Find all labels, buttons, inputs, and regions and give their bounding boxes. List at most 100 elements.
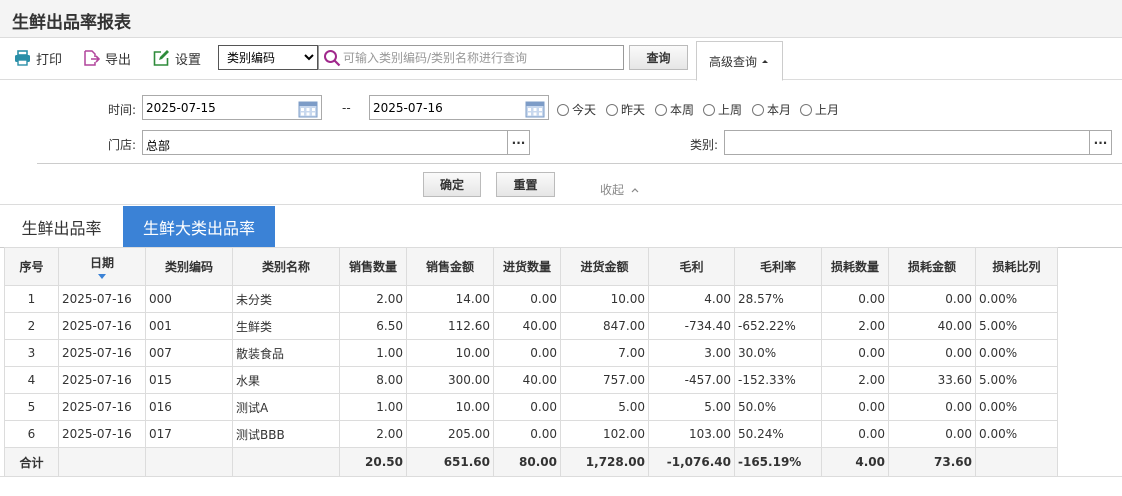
- radio-label: 今天: [572, 103, 597, 117]
- radio-last-week[interactable]: 上周: [703, 101, 742, 118]
- radio-circle[interactable]: [606, 103, 618, 116]
- radio-label: 昨天: [621, 103, 646, 117]
- table-row[interactable]: 1 2025-07-16 000 未分类 2.00 14.00 0.00 10.00 4.00 2…: [4, 285, 1058, 313]
- filter-divider: [37, 163, 1122, 164]
- print-button[interactable]: 打印: [14, 48, 62, 68]
- radio-today[interactable]: 今天: [557, 101, 596, 118]
- edit-settings-icon: [153, 50, 169, 66]
- table-cell: 0.00: [821, 339, 889, 367]
- column-header[interactable]: 日期: [58, 247, 146, 286]
- radio-last-month[interactable]: 上月: [800, 101, 839, 118]
- tab-bar: 生鲜出品率 生鲜大类出品率: [0, 206, 1122, 248]
- printer-icon: [15, 50, 30, 66]
- column-header[interactable]: 进货金额: [560, 247, 649, 286]
- column-header[interactable]: 销售数量: [339, 247, 407, 286]
- search-field-select[interactable]: 类别编码: [218, 45, 318, 70]
- table-row[interactable]: 6 2025-07-16 017 测试BBB 2.00 205.00 0.00 102.00 1…: [4, 420, 1058, 448]
- table-cell: 40.00: [888, 312, 976, 340]
- reset-button[interactable]: 重置: [496, 172, 555, 197]
- column-header-label: 进货数量: [502, 260, 551, 274]
- column-header[interactable]: 进货数量: [493, 247, 561, 286]
- total-cell: -165.19%: [734, 447, 822, 477]
- column-header-label: 毛利: [679, 260, 704, 274]
- settings-label: 设置: [175, 52, 202, 68]
- table-row[interactable]: 2 2025-07-16 001 生鲜类 6.50 112.60 40.00 847.00 -7…: [4, 312, 1058, 340]
- title-bar: 生鲜出品率报表: [0, 0, 1122, 38]
- column-header-label: 类别编码: [164, 260, 213, 274]
- confirm-button[interactable]: 确定: [423, 172, 481, 197]
- radio-yesterday[interactable]: 昨天: [606, 101, 645, 118]
- table-cell: 14.00: [406, 285, 494, 313]
- settings-button[interactable]: 设置: [153, 48, 201, 68]
- category-picker[interactable]: ···: [724, 130, 1112, 155]
- tab-fresh-yield[interactable]: 生鲜出品率: [0, 206, 123, 247]
- query-button[interactable]: 查询: [629, 45, 688, 70]
- total-cell: -1,076.40: [648, 447, 735, 477]
- more-icon[interactable]: ···: [1089, 131, 1111, 154]
- table-row[interactable]: 5 2025-07-16 016 测试A 1.00 10.00 0.00 5.00 5.00 50…: [4, 393, 1058, 421]
- column-header-label: 销售金额: [425, 260, 474, 274]
- more-icon[interactable]: ···: [507, 131, 529, 154]
- table-cell: 0.00: [493, 420, 561, 448]
- table-cell: 0.00: [888, 285, 976, 313]
- table-cell: 散装食品: [232, 339, 340, 367]
- table-cell: 0.00%: [975, 393, 1058, 421]
- store-label: 门店:: [108, 138, 137, 152]
- collapse-link[interactable]: 收起: [600, 181, 640, 198]
- table-cell: -734.40: [648, 312, 735, 340]
- table-cell: 0.00%: [975, 339, 1058, 367]
- table-row[interactable]: 4 2025-07-16 015 水果 8.00 300.00 40.00 757.00 -45…: [4, 366, 1058, 394]
- table-cell: 300.00: [406, 366, 494, 394]
- radio-circle[interactable]: [800, 103, 812, 116]
- radio-this-month[interactable]: 本月: [752, 101, 791, 118]
- radio-this-week[interactable]: 本周: [655, 101, 694, 118]
- date-from-input[interactable]: 2025-07-15: [142, 95, 322, 120]
- calendar-icon[interactable]: [525, 99, 545, 118]
- table-cell: 5.00: [648, 393, 735, 421]
- table-cell: 2025-07-16: [58, 366, 146, 394]
- tab-fresh-category-yield[interactable]: 生鲜大类出品率: [123, 206, 275, 247]
- table-cell: 103.00: [648, 420, 735, 448]
- total-cell: 20.50: [339, 447, 407, 477]
- total-cell: [232, 447, 340, 477]
- column-header[interactable]: 毛利率: [734, 247, 822, 286]
- advanced-query-toggle[interactable]: 高级查询: [696, 41, 783, 81]
- column-header-label: 毛利率: [759, 260, 796, 274]
- table-cell: 2025-07-16: [58, 285, 146, 313]
- table-cell: -152.33%: [734, 366, 822, 394]
- column-header[interactable]: 损耗数量: [821, 247, 889, 286]
- table-cell: 3: [4, 339, 59, 367]
- table-cell: 40.00: [493, 366, 561, 394]
- sort-desc-icon: [98, 274, 106, 279]
- radio-circle[interactable]: [655, 103, 667, 116]
- radio-circle[interactable]: [557, 103, 569, 116]
- export-label: 导出: [105, 52, 132, 68]
- column-header[interactable]: 序号: [4, 247, 59, 286]
- column-header[interactable]: 类别编码: [145, 247, 233, 286]
- total-cell: 73.60: [888, 447, 976, 477]
- date-to-input[interactable]: 2025-07-16: [369, 95, 549, 120]
- table-cell: 017: [145, 420, 233, 448]
- total-cell: 4.00: [821, 447, 889, 477]
- column-header[interactable]: 类别名称: [232, 247, 340, 286]
- column-header[interactable]: 销售金额: [406, 247, 494, 286]
- table-cell: 0.00: [821, 285, 889, 313]
- column-header[interactable]: 损耗比列: [975, 247, 1058, 286]
- calendar-icon[interactable]: [298, 99, 318, 118]
- store-picker[interactable]: 总部 ···: [142, 130, 530, 155]
- table-cell: 016: [145, 393, 233, 421]
- table-row[interactable]: 3 2025-07-16 007 散装食品 1.00 10.00 0.00 7.00 3.00 3…: [4, 339, 1058, 367]
- search-input[interactable]: [343, 48, 619, 67]
- radio-circle[interactable]: [752, 103, 764, 116]
- column-header[interactable]: 损耗金额: [888, 247, 976, 286]
- radio-label: 本周: [670, 103, 695, 117]
- radio-circle[interactable]: [703, 103, 715, 116]
- table-cell: 2025-07-16: [58, 339, 146, 367]
- export-button[interactable]: 导出: [83, 48, 131, 68]
- table-cell: 50.0%: [734, 393, 822, 421]
- column-header[interactable]: 毛利: [648, 247, 735, 286]
- table-cell: 1: [4, 285, 59, 313]
- column-header-label: 日期: [89, 256, 114, 270]
- table-cell: 2025-07-16: [58, 393, 146, 421]
- column-header-label: 损耗数量: [830, 260, 879, 274]
